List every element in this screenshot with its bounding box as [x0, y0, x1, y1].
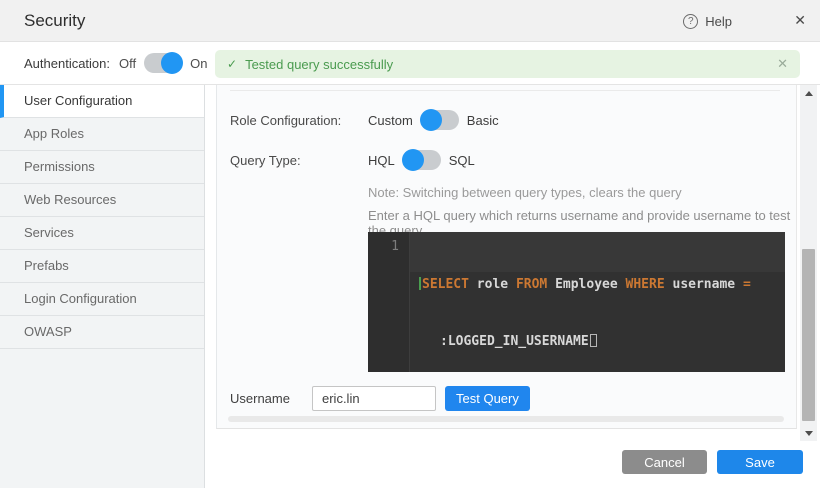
security-dialog: Security ? Help ✕ Authentication: Off On… [0, 0, 820, 488]
editor-block-cursor [590, 334, 597, 347]
role-basic-label: Basic [467, 113, 499, 128]
sidebar: User Configuration App Roles Permissions… [0, 85, 205, 488]
username-row: Username Test Query [230, 386, 792, 411]
authentication-toggle[interactable] [144, 53, 182, 73]
username-label: Username [230, 391, 312, 406]
sql-keyword: WHERE [626, 277, 665, 292]
horizontal-scrollbar[interactable] [228, 416, 784, 422]
help-button[interactable]: ? Help [683, 0, 732, 42]
sql-identifier: username [673, 277, 736, 292]
scrollbar-thumb[interactable] [802, 249, 815, 421]
role-configuration-toggle[interactable] [421, 110, 459, 130]
sql-identifier: role [477, 277, 508, 292]
editor-code-line-1: SELECT role FROM Employee WHERE username… [419, 275, 777, 294]
query-hql-label: HQL [368, 153, 395, 168]
role-custom-label: Custom [368, 113, 413, 128]
authentication-off-label: Off [119, 56, 136, 71]
sql-keyword: FROM [516, 277, 547, 292]
editor-code[interactable]: SELECT role FROM Employee WHERE username… [411, 232, 785, 372]
sidebar-item-login-configuration[interactable]: Login Configuration [0, 283, 204, 316]
query-type-row: Query Type: HQL SQL [230, 148, 792, 172]
query-sql-label: SQL [449, 153, 475, 168]
query-type-note: Note: Switching between query types, cle… [368, 185, 682, 200]
sql-keyword: SELECT [422, 277, 469, 292]
editor-gutter: 1 [368, 232, 410, 372]
sql-parameter: :LOGGED_IN_USERNAME [440, 334, 589, 349]
sidebar-item-owasp[interactable]: OWASP [0, 316, 204, 349]
editor-caret [419, 277, 421, 290]
close-icon[interactable]: ✕ [794, 12, 806, 29]
editor-code-line-wrap: :LOGGED_IN_USERNAME [419, 332, 777, 351]
help-icon: ? [683, 14, 698, 29]
scroll-down-icon[interactable] [800, 427, 817, 439]
sql-identifier: Employee [555, 277, 618, 292]
query-editor[interactable]: 1 SELECT role FROM Employee WHERE userna… [368, 232, 785, 372]
sidebar-item-permissions[interactable]: Permissions [0, 151, 204, 184]
success-banner: ✓ Tested query successfully ✕ [215, 50, 800, 78]
toggle-knob [420, 109, 442, 131]
help-label: Help [705, 14, 732, 29]
sidebar-item-services[interactable]: Services [0, 217, 204, 250]
sql-operator: = [743, 277, 751, 292]
sidebar-item-web-resources[interactable]: Web Resources [0, 184, 204, 217]
authentication-label: Authentication: [24, 56, 110, 71]
check-icon: ✓ [227, 57, 237, 71]
authentication-on-label: On [190, 56, 207, 71]
username-input[interactable] [312, 386, 436, 411]
cancel-button[interactable]: Cancel [622, 450, 707, 474]
editor-line-number: 1 [391, 239, 399, 254]
query-type-toggle[interactable] [403, 150, 441, 170]
banner-message: Tested query successfully [245, 57, 393, 72]
toggle-knob [402, 149, 424, 171]
role-configuration-label: Role Configuration: [230, 113, 368, 128]
save-button[interactable]: Save [717, 450, 803, 474]
scroll-up-icon[interactable] [800, 87, 817, 99]
clipped-row-divider [230, 90, 780, 91]
authentication-control: Authentication: Off On [24, 42, 207, 84]
authentication-bar: Authentication: Off On ✓ Tested query su… [0, 42, 820, 85]
user-configuration-panel: Role Configuration: Custom Basic Query T… [216, 85, 797, 429]
sidebar-item-user-configuration[interactable]: User Configuration [0, 85, 204, 118]
test-query-button[interactable]: Test Query [445, 386, 530, 411]
sidebar-item-prefabs[interactable]: Prefabs [0, 250, 204, 283]
role-configuration-row: Role Configuration: Custom Basic [230, 108, 792, 132]
query-type-label: Query Type: [230, 153, 368, 168]
page-title: Security [24, 11, 85, 31]
toggle-knob [161, 52, 183, 74]
title-bar: Security ? Help ✕ [0, 0, 820, 42]
sidebar-item-app-roles[interactable]: App Roles [0, 118, 204, 151]
banner-close-icon[interactable]: ✕ [777, 56, 788, 72]
vertical-scrollbar[interactable] [800, 85, 817, 441]
